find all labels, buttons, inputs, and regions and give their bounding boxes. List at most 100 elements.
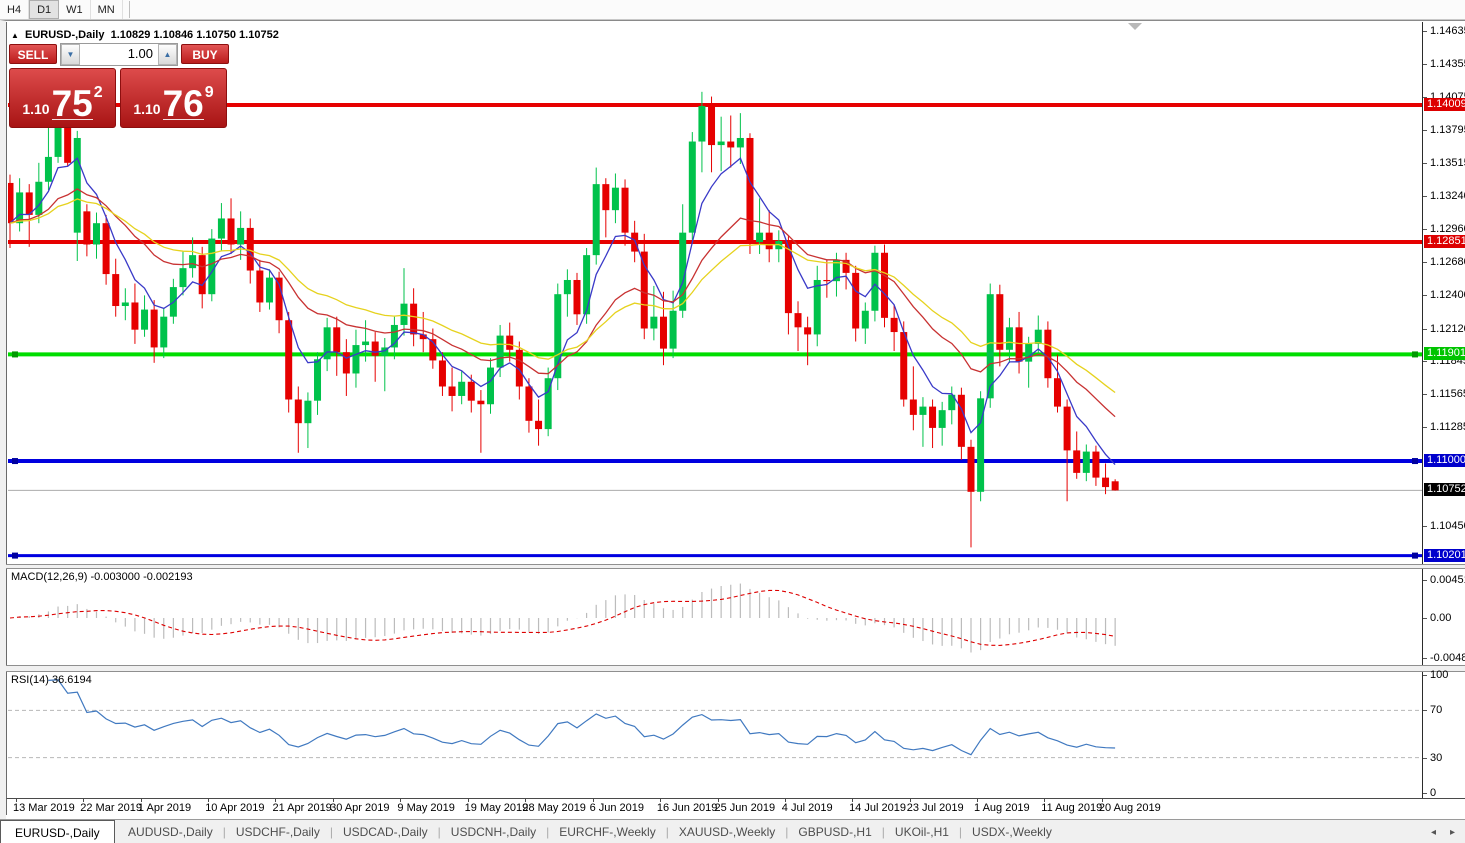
- date-axis-label: 6 Jun 2019: [590, 802, 644, 814]
- macd-axis-label: -0.004806: [1430, 652, 1465, 664]
- timeframe-toolbar: H4D1W1MN: [0, 0, 1465, 20]
- collapse-arrow-icon[interactable]: ▲: [11, 31, 19, 40]
- rsi-pane[interactable]: RSI(14) 36.6194 10070300: [6, 672, 1465, 798]
- candle-body: [756, 233, 763, 242]
- date-axis-label: 19 May 2019: [465, 802, 529, 814]
- line-handle[interactable]: [12, 458, 18, 464]
- current-price-tag: 1.10752: [1424, 483, 1465, 496]
- macd-pane[interactable]: MACD(12,26,9) -0.003000 -0.002193 0.0045…: [6, 569, 1465, 665]
- macd-canvas[interactable]: [8, 569, 1422, 665]
- sell-price-big: 75: [52, 89, 93, 120]
- candle-body: [1016, 327, 1023, 361]
- price-pane[interactable]: ▲ EURUSD-,Daily 1.10829 1.10846 1.10750 …: [6, 22, 1465, 564]
- date-axis-label: 1 Apr 2019: [138, 802, 191, 814]
- date-axis-label: 9 May 2019: [397, 802, 454, 814]
- line-handle[interactable]: [1412, 458, 1418, 464]
- price-axis[interactable]: 1.146351.143551.140751.137951.135151.132…: [1422, 22, 1465, 564]
- buy-price-prefix: 1.10: [133, 101, 160, 117]
- candle-body: [852, 273, 859, 329]
- line-handle[interactable]: [1412, 553, 1418, 559]
- buy-price-pip: 9: [205, 84, 214, 102]
- line-handle[interactable]: [12, 351, 18, 357]
- price-axis-label: 1.12960: [1430, 223, 1465, 235]
- candle-body: [746, 138, 753, 242]
- candle-body: [295, 400, 302, 424]
- sell-button[interactable]: SELL: [9, 44, 57, 64]
- candle-body: [862, 311, 869, 329]
- tab-scroll-right-icon[interactable]: ▸: [1450, 827, 1455, 838]
- pane-splitter[interactable]: [6, 665, 1465, 672]
- candle-body: [401, 304, 408, 325]
- candle-body: [1044, 330, 1051, 379]
- candle-body: [314, 359, 321, 400]
- candle-body: [1035, 330, 1042, 344]
- timeframe-button-mn[interactable]: MN: [91, 0, 123, 19]
- timeframe-button-d1[interactable]: D1: [29, 0, 59, 19]
- one-click-trade-panel: SELL ▼ 1.00 ▲ BUY 1.10 75 2 1.10 76 9: [8, 43, 230, 128]
- date-axis-label: 20 Aug 2019: [1099, 802, 1161, 814]
- date-axis-label: 10 Apr 2019: [205, 802, 264, 814]
- price-axis-label: 1.12400: [1430, 289, 1465, 301]
- sell-price-prefix: 1.10: [22, 101, 49, 117]
- candle-body: [35, 182, 42, 215]
- rsi-canvas[interactable]: [8, 672, 1422, 798]
- date-axis-label: 14 Jul 2019: [849, 802, 906, 814]
- axis-tick: [1423, 31, 1427, 32]
- line-handle[interactable]: [12, 553, 18, 559]
- chart-tab-eurchf[interactable]: EURCHF-,Weekly: [549, 820, 665, 843]
- candle-body: [266, 278, 273, 303]
- candle-body: [439, 360, 446, 386]
- candle-body: [689, 142, 696, 233]
- line-handle[interactable]: [1412, 351, 1418, 357]
- price-axis-label: 1.13240: [1430, 190, 1465, 202]
- candle-body: [112, 274, 119, 306]
- candle-body: [612, 188, 619, 210]
- candle-body: [458, 382, 465, 396]
- candle-body: [535, 421, 542, 429]
- candle-body: [1102, 478, 1109, 487]
- timeframe-button-h4[interactable]: H4: [0, 0, 29, 19]
- macd-axis-label: 0.004517: [1430, 574, 1465, 586]
- candle-body: [564, 280, 571, 294]
- time-axis[interactable]: 13 Mar 201922 Mar 20191 Apr 201910 Apr 2…: [6, 798, 1465, 815]
- chart-tab-usdcad[interactable]: USDCAD-,Daily: [333, 820, 438, 843]
- volume-increase-button[interactable]: ▲: [158, 44, 177, 65]
- chart-tab-ukoil[interactable]: UKOil-,H1: [885, 820, 959, 843]
- candle-body: [727, 142, 734, 148]
- date-axis-label: 21 Apr 2019: [272, 802, 331, 814]
- symbol-title: EURUSD-,Daily: [25, 29, 104, 41]
- price-axis-label: 1.13795: [1430, 124, 1465, 136]
- chart-tab-eurusd[interactable]: EURUSD-,Daily: [0, 820, 115, 843]
- timeframe-button-w1[interactable]: W1: [59, 0, 91, 19]
- sell-quote-button[interactable]: 1.10 75 2: [9, 68, 116, 128]
- tab-scroll-left-icon[interactable]: ◂: [1431, 827, 1436, 838]
- candle-body: [996, 294, 1003, 350]
- candle-body: [141, 310, 148, 330]
- buy-button[interactable]: BUY: [181, 44, 229, 64]
- chart-tab-usdcnh[interactable]: USDCNH-,Daily: [441, 820, 546, 843]
- chart-window: ▲ EURUSD-,Daily 1.10829 1.10846 1.10750 …: [0, 20, 1465, 819]
- chart-tab-usdx[interactable]: USDX-,Weekly: [962, 820, 1062, 843]
- candle-body: [256, 271, 263, 303]
- candle-body: [929, 407, 936, 428]
- price-axis-label: 1.11285: [1430, 421, 1465, 433]
- chart-tab-audusd[interactable]: AUDUSD-,Daily: [118, 820, 223, 843]
- buy-quote-button[interactable]: 1.10 76 9: [120, 68, 227, 128]
- candle-body: [939, 410, 946, 428]
- chart-tab-usdchf[interactable]: USDCHF-,Daily: [226, 820, 330, 843]
- candle-body: [583, 255, 590, 314]
- candle-body: [218, 218, 225, 238]
- candle-body: [131, 302, 138, 329]
- volume-decrease-button[interactable]: ▼: [61, 44, 80, 65]
- price-axis-label: 1.10450: [1430, 520, 1465, 532]
- candle-body: [449, 386, 456, 395]
- candle-body: [74, 138, 81, 233]
- candle-body: [670, 311, 677, 349]
- chart-tab-xauusd[interactable]: XAUUSD-,Weekly: [669, 820, 785, 843]
- chart-tab-gbpusd[interactable]: GBPUSD-,H1: [788, 820, 881, 843]
- chart-title: EURUSD-,Daily 1.10829 1.10846 1.10750 1.…: [25, 29, 279, 41]
- candle-body: [900, 332, 907, 399]
- candle-body: [352, 345, 359, 373]
- volume-input[interactable]: 1.00: [80, 44, 158, 65]
- chart-shift-marker[interactable]: [1128, 23, 1142, 30]
